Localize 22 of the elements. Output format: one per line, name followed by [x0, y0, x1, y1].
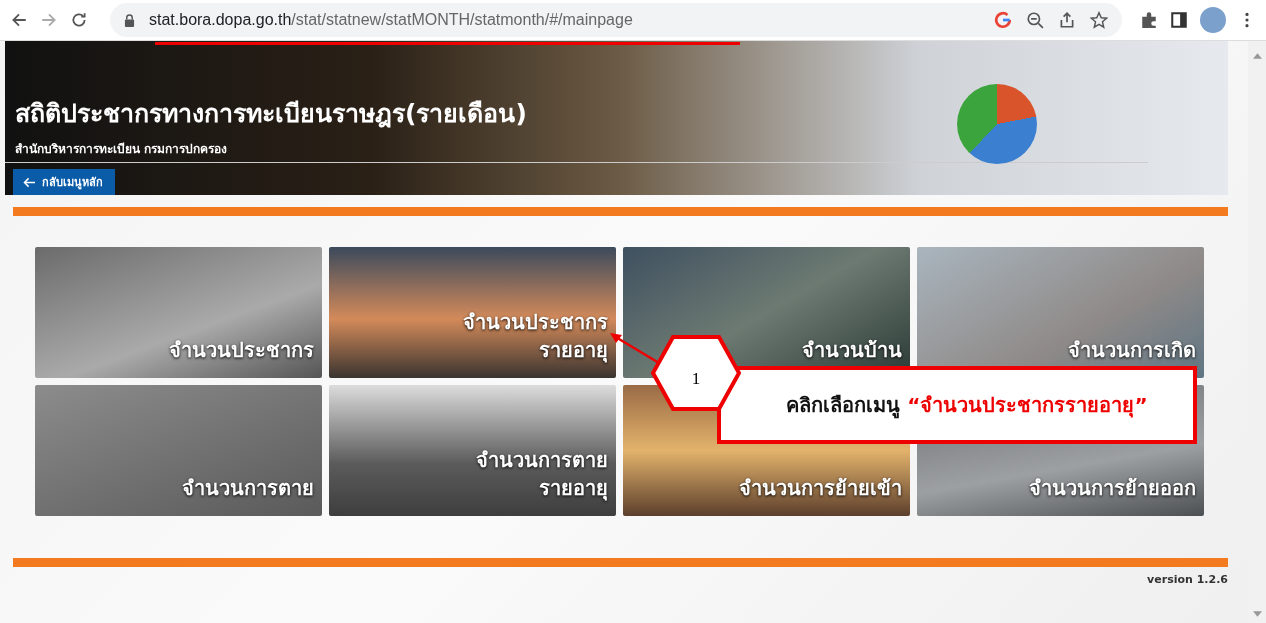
version-label: version 1.2.6: [1147, 573, 1228, 586]
zoom-out-icon[interactable]: [1026, 11, 1044, 29]
star-icon[interactable]: [1090, 11, 1108, 29]
back-icon[interactable]: [10, 11, 28, 29]
arrow-left-icon: [23, 176, 36, 188]
puzzle-icon[interactable]: [1140, 11, 1158, 29]
step-number-tooltip: 1: [651, 335, 741, 411]
menu-tile[interactable]: จำนวนประชากร รายอายุ: [329, 247, 616, 378]
reload-icon[interactable]: [70, 11, 88, 29]
menu-tile[interactable]: จำนวนการตาย รายอายุ: [329, 385, 616, 516]
menu-tile[interactable]: จำนวนการตาย: [35, 385, 322, 516]
profile-avatar[interactable]: [1200, 7, 1226, 33]
page-subtitle: สำนักบริหารการทะเบียน กรมการปกครอง: [15, 141, 229, 158]
back-to-menu-button[interactable]: กลับเมนูหลัก: [13, 169, 115, 195]
page-title: สถิติประชากรทางการทะเบียนราษฎร(รายเดือน): [15, 98, 528, 130]
share-icon[interactable]: [1058, 11, 1076, 29]
url-text: stat.bora.dopa.go.th/stat/statnew/statMONTH/statmonth/#/mainpage: [149, 11, 633, 29]
address-bar[interactable]: stat.bora.dopa.go.th/stat/statnew/statMONTH/statmonth/#/mainpage: [110, 3, 1122, 37]
side-panel-icon[interactable]: [1170, 11, 1188, 29]
menu-tile[interactable]: จำนวนประชากร: [35, 247, 322, 378]
menu-tile[interactable]: จำนวนการเกิด: [917, 247, 1204, 378]
lock-icon: [124, 13, 135, 27]
